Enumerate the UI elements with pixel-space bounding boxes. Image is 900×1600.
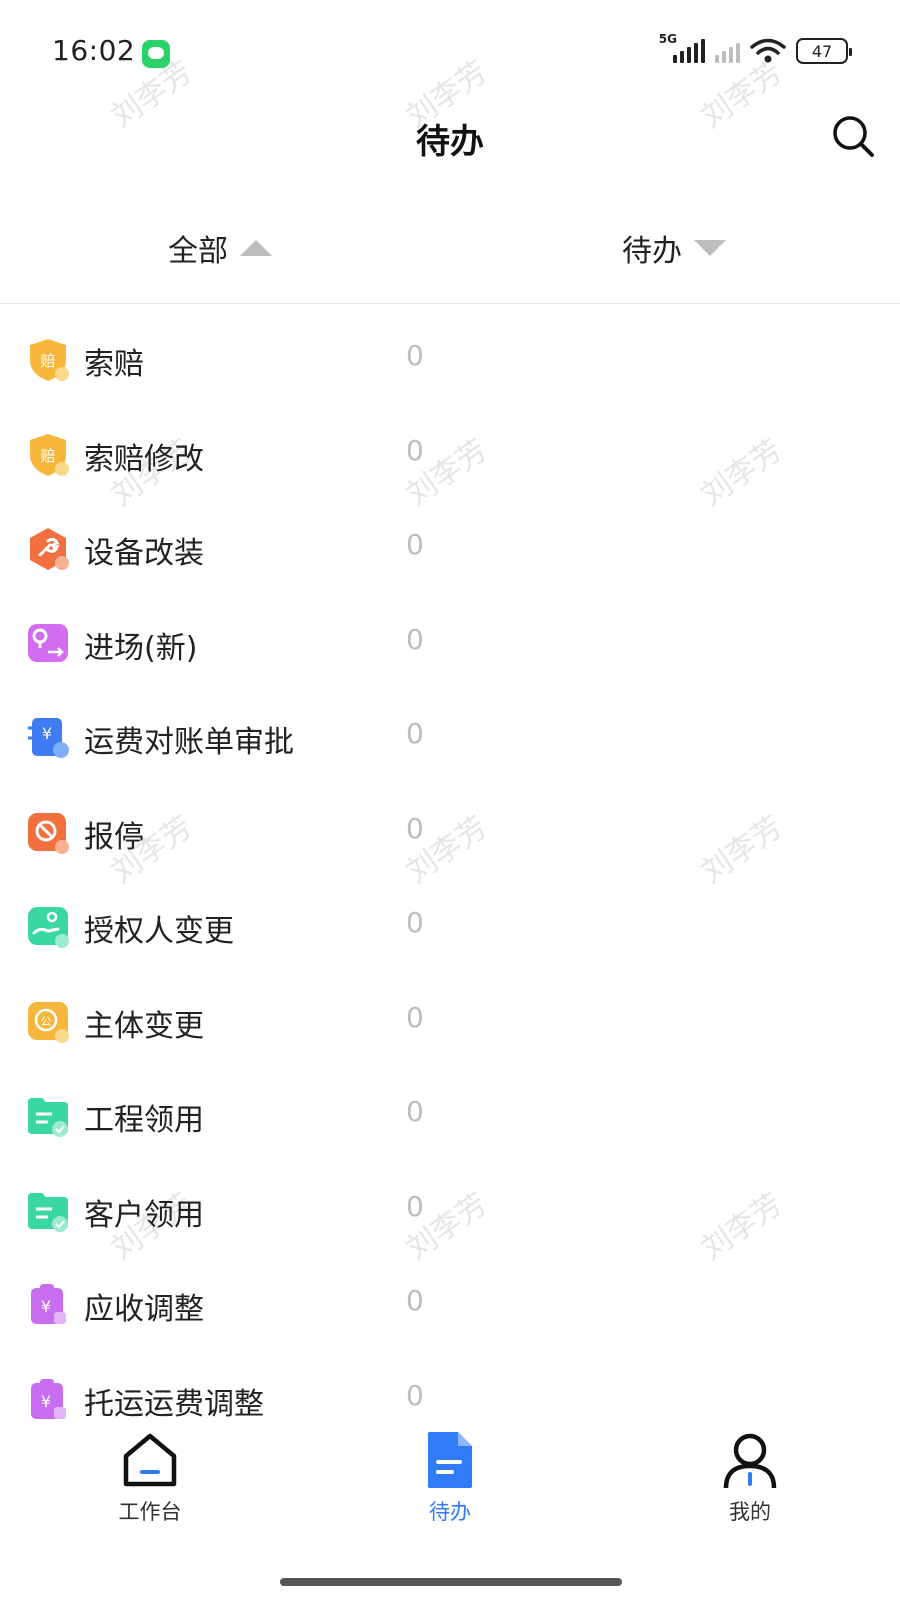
status-indicators: 5G 47 bbox=[659, 32, 852, 64]
wifi-icon bbox=[750, 38, 786, 64]
folder-check-icon bbox=[26, 1187, 70, 1235]
task-label: 托运运费调整 bbox=[84, 1386, 264, 1422]
home-indicator[interactable] bbox=[280, 1578, 622, 1586]
task-count: 0 bbox=[406, 622, 424, 656]
freight-bill-icon: ¥ bbox=[26, 714, 70, 762]
triangle-down-icon bbox=[694, 240, 726, 256]
user-icon bbox=[723, 1433, 777, 1489]
hand-key-icon bbox=[26, 903, 70, 951]
filter-status-label: 待办 bbox=[622, 234, 682, 269]
task-row-authorized-person-change[interactable]: 授权人变更 0 bbox=[0, 880, 900, 975]
task-label: 应收调整 bbox=[84, 1292, 204, 1327]
task-count: 0 bbox=[406, 811, 424, 845]
task-count: 0 bbox=[406, 1095, 424, 1128]
svg-text:赔: 赔 bbox=[40, 352, 55, 370]
task-label: 索赔 bbox=[84, 347, 144, 382]
nav-workbench[interactable]: 工作台 bbox=[70, 1430, 230, 1526]
wechat-notification-icon bbox=[142, 40, 170, 68]
nav-workbench-label: 工作台 bbox=[118, 1500, 182, 1524]
document-icon bbox=[428, 1432, 472, 1488]
task-label: 授权人变更 bbox=[84, 914, 234, 949]
task-label: 设备改装 bbox=[84, 536, 204, 571]
svg-text:公: 公 bbox=[41, 1015, 52, 1028]
claim-shield-icon: 赔 bbox=[26, 431, 70, 479]
entity-swap-icon: 公 bbox=[26, 998, 70, 1046]
task-label: 运费对账单审批 bbox=[84, 725, 294, 760]
task-row-freight-bill-approval[interactable]: ¥ 运费对账单审批 0 bbox=[0, 691, 900, 786]
task-count: 0 bbox=[406, 1000, 424, 1034]
task-list: 赔 索赔 0 赔 索赔修改 0 设备改装 0 进场(新) 0 ¥ 运费对账单审批… bbox=[0, 313, 900, 1447]
svg-text:¥: ¥ bbox=[42, 724, 52, 743]
task-row-receivable-adjustment[interactable]: ¥ 应收调整 0 bbox=[0, 1258, 900, 1353]
stop-sign-icon bbox=[26, 809, 70, 857]
task-count: 0 bbox=[406, 1378, 424, 1412]
task-row-entry-new[interactable]: 进场(新) 0 bbox=[0, 597, 900, 692]
task-row-claim[interactable]: 赔 索赔 0 bbox=[0, 313, 900, 408]
task-count: 0 bbox=[406, 528, 424, 561]
battery-icon: 47 bbox=[796, 38, 852, 64]
svg-text:¥: ¥ bbox=[41, 1392, 51, 1411]
svg-text:¥: ¥ bbox=[41, 1297, 51, 1316]
filter-status-dropdown[interactable]: 待办 bbox=[622, 226, 726, 270]
svg-text:赔: 赔 bbox=[40, 447, 55, 465]
signal-strength-icon bbox=[673, 39, 705, 63]
signal-no-service-icon bbox=[715, 39, 740, 63]
status-time: 16:02 bbox=[52, 34, 136, 67]
task-label: 进场(新) bbox=[84, 630, 198, 666]
task-row-entity-change[interactable]: 公 主体变更 0 bbox=[0, 975, 900, 1070]
home-icon bbox=[123, 1433, 177, 1487]
search-icon bbox=[833, 116, 874, 157]
yuan-clipboard-icon: ¥ bbox=[26, 1376, 70, 1424]
nav-todo[interactable]: 待办 bbox=[370, 1430, 530, 1526]
filter-all-dropdown[interactable]: 全部 bbox=[168, 226, 272, 270]
task-row-customer-requisition[interactable]: 客户领用 0 bbox=[0, 1164, 900, 1259]
task-count: 0 bbox=[406, 1189, 424, 1223]
folder-check-icon bbox=[26, 1092, 70, 1140]
status-bar: 16:02 5G 47 bbox=[0, 0, 900, 100]
nav-todo-label: 待办 bbox=[429, 1500, 471, 1524]
page-title: 待办 bbox=[416, 122, 484, 162]
search-button[interactable] bbox=[830, 113, 876, 159]
wrench-hexagon-icon bbox=[26, 525, 70, 573]
task-label: 主体变更 bbox=[84, 1008, 204, 1044]
location-entry-icon bbox=[26, 620, 70, 668]
network-type: 5G bbox=[658, 32, 677, 46]
task-row-suspend[interactable]: 报停 0 bbox=[0, 786, 900, 881]
task-row-equipment-modify[interactable]: 设备改装 0 bbox=[0, 502, 900, 597]
task-label: 客户领用 bbox=[84, 1197, 204, 1233]
filter-bar: 全部 待办 bbox=[0, 210, 900, 304]
task-row-claim-edit[interactable]: 赔 索赔修改 0 bbox=[0, 408, 900, 503]
task-label: 报停 bbox=[84, 819, 144, 855]
task-count: 0 bbox=[406, 339, 424, 372]
nav-mine[interactable]: 我的 bbox=[670, 1430, 830, 1526]
bottom-nav: 工作台 待办 我的 bbox=[0, 1430, 900, 1600]
nav-mine-label: 我的 bbox=[729, 1500, 771, 1524]
filter-all-label: 全部 bbox=[168, 234, 228, 269]
task-count: 0 bbox=[406, 717, 424, 750]
claim-shield-icon: 赔 bbox=[26, 336, 70, 384]
task-count: 0 bbox=[406, 906, 424, 939]
triangle-up-icon bbox=[240, 240, 272, 256]
task-count: 0 bbox=[406, 433, 424, 467]
task-label: 工程领用 bbox=[84, 1103, 204, 1138]
task-row-project-requisition[interactable]: 工程领用 0 bbox=[0, 1069, 900, 1164]
yuan-clipboard-icon: ¥ bbox=[26, 1281, 70, 1329]
task-label: 索赔修改 bbox=[84, 441, 204, 477]
task-count: 0 bbox=[406, 1284, 424, 1317]
